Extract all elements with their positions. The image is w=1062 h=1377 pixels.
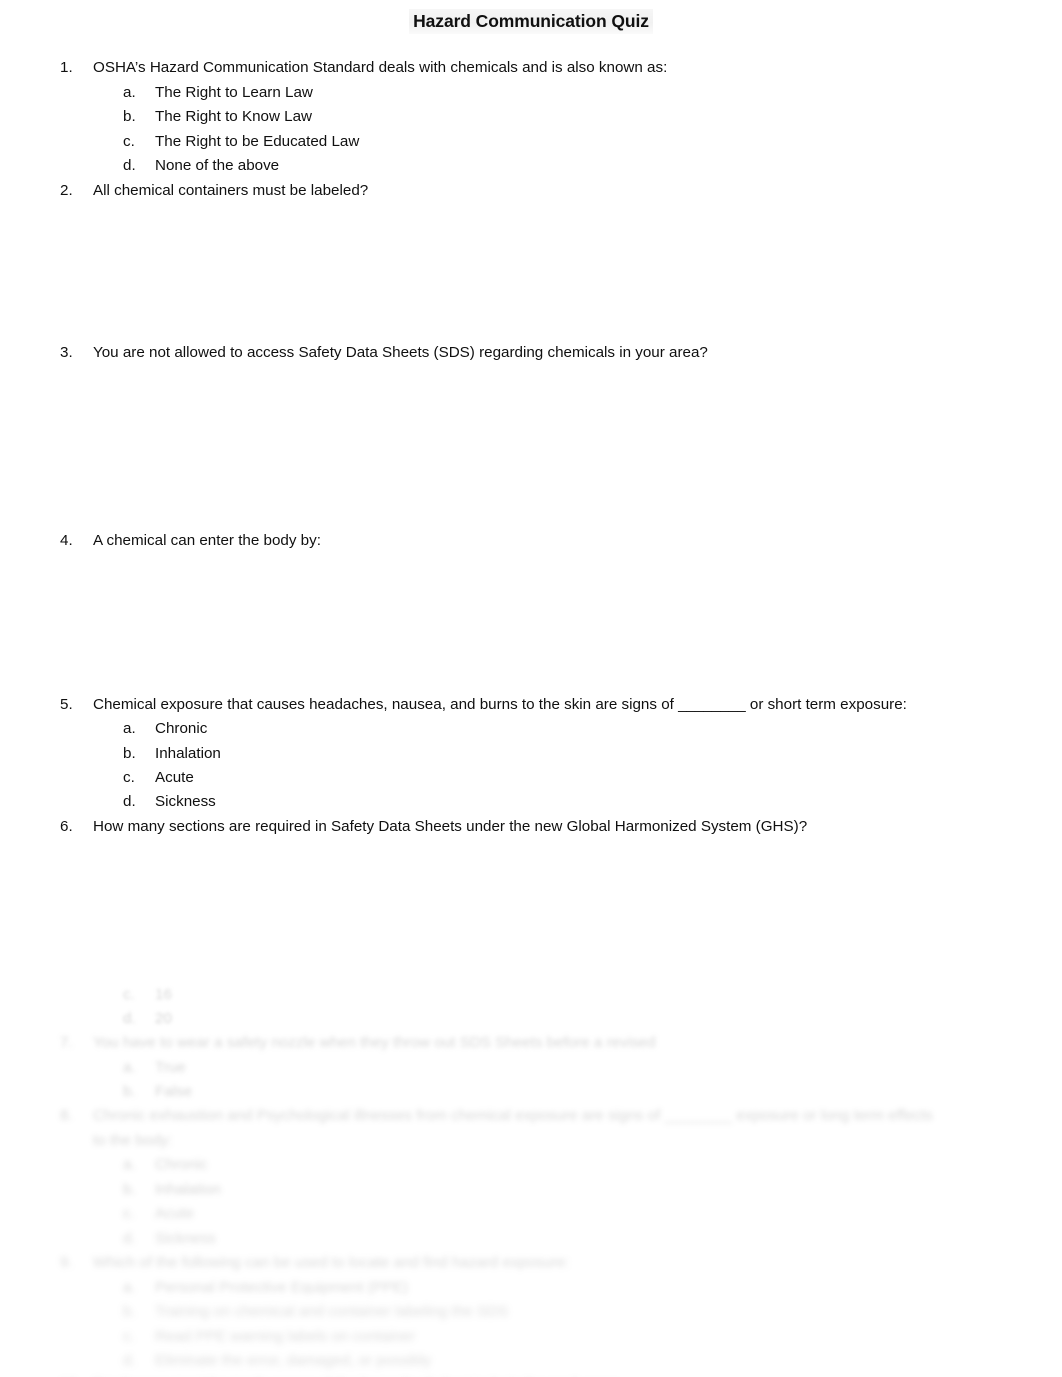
option-letter: b. [123,1083,136,1100]
question-text-continuation: to the body: [93,1129,1062,1154]
option-letter: d. [123,1230,136,1247]
question-text: A chemical can enter the body by: [93,532,321,549]
question-item: 6. How many sections are required in Safe… [60,815,1040,840]
question-text: Chronic exhaustion and Psychological ill… [93,1107,933,1124]
question-item: 8. Chronic exhaustion and Psychological i… [60,1104,1040,1129]
question-text: All chemical containers must be labeled? [93,182,369,199]
question-text: Which of the following can be used to lo… [93,1254,570,1271]
question-number: 10. [60,1373,93,1377]
option-item[interactable]: a. True [123,1056,186,1081]
option-text: 16 [155,986,172,1003]
option-letter: a. [123,1156,136,1173]
option-item[interactable]: d. Sickness [123,790,216,815]
option-text: Acute [155,769,194,786]
question-text-line2: to the body: [93,1132,173,1149]
question-number: 3. [60,344,73,361]
question-item: 1. OSHA’s Hazard Communication Standard d… [60,56,1040,81]
question-item: 3. You are not allowed to access Safety D… [60,341,1040,366]
option-letter: a. [123,1059,136,1076]
question-text: You are not allowed to access Safety Dat… [93,344,708,361]
option-text: Personal Protective Equipment (PPE) [155,1279,409,1296]
option-item[interactable]: a. Chronic [123,1153,207,1178]
question-number: 9. [60,1254,73,1271]
option-text: Eliminate the error, damaged, or possibl… [155,1352,432,1369]
option-letter: b. [123,1303,136,1320]
option-text: Acute [155,1205,194,1222]
option-letter: d. [123,1352,136,1369]
option-text: Training on chemical and container label… [155,1303,509,1320]
question-text: How many sections are required in Safety… [93,818,808,835]
option-letter: a. [123,720,136,737]
question-number: 6. [60,818,73,835]
option-item[interactable]: d. Eliminate the error, damaged, or possi… [123,1349,431,1374]
question-number: 7. [60,1034,73,1051]
option-item[interactable]: c. Read PPE warning labels on container [123,1325,415,1350]
question-item: 2. All chemical containers must be labele… [60,179,1040,204]
option-item[interactable]: c. Acute [123,1202,194,1227]
option-text: The Right to be Educated Law [155,133,360,150]
option-item[interactable]: c. The Right to be Educated Law [123,130,359,155]
option-text: False [155,1083,193,1100]
option-item[interactable]: b. Inhalation [123,1178,221,1203]
page-title: Hazard Communication Quiz [0,9,1062,34]
option-item[interactable]: b. False [123,1080,192,1105]
page-title-text: Hazard Communication Quiz [409,9,653,34]
question-item: 10.Employees must be made aware of the h… [60,1373,1040,1377]
option-item[interactable]: d. None of the above [123,154,279,179]
option-text: 20 [155,1010,172,1027]
question-item: 4. A chemical can enter the body by: [60,529,1040,554]
option-item[interactable]: b. The Right to Know Law [123,105,312,130]
question-number: 8. [60,1107,73,1124]
option-item[interactable]: d. Sickness [123,1227,216,1252]
option-letter: d. [123,793,136,810]
question-number: 2. [60,182,73,199]
option-text: Inhalation [155,745,221,762]
option-text: Inhalation [155,1181,221,1198]
option-text: None of the above [155,157,280,174]
option-letter: b. [123,745,136,762]
option-item[interactable]: c. 16 [123,983,172,1008]
question-text: Employees must be made aware of the haza… [93,1373,620,1377]
option-letter: d. [123,157,136,174]
option-letter: a. [123,84,136,101]
option-letter: b. [123,1181,136,1198]
option-item[interactable]: b. Inhalation [123,742,221,767]
option-text: True [155,1059,186,1076]
option-item[interactable]: c. Acute [123,766,194,791]
question-text: You have to wear a safety nozzle when th… [93,1034,656,1051]
option-item[interactable]: a. The Right to Learn Law [123,81,313,106]
option-letter: c. [123,1205,135,1222]
option-letter: c. [123,1328,135,1345]
question-number: 5. [60,696,73,713]
quiz-page: Hazard Communication Quiz 1. OSHA’s Hazar… [0,0,1062,1377]
question-item: 9. Which of the following can be used to … [60,1251,1040,1276]
option-item[interactable]: a. Chronic [123,717,207,742]
option-letter: a. [123,1279,136,1296]
option-letter: d. [123,1010,136,1027]
option-text: Read PPE warning labels on container [155,1328,416,1345]
question-number: 4. [60,532,73,549]
option-item[interactable]: a. Personal Protective Equipment (PPE) [123,1276,408,1301]
question-item: 7. You have to wear a safety nozzle when … [60,1031,1040,1056]
option-text: The Right to Know Law [155,108,313,125]
option-text: The Right to Learn Law [155,84,313,101]
option-text: Chronic [155,720,208,737]
question-text: OSHA’s Hazard Communication Standard dea… [93,59,668,76]
question-number: 1. [60,59,73,76]
question-item: 5. Chemical exposure that causes headache… [60,693,1040,718]
option-text: Sickness [155,1230,216,1247]
option-text: Sickness [155,793,216,810]
option-letter: c. [123,133,135,150]
option-text: Chronic [155,1156,208,1173]
option-item[interactable]: b. Training on chemical and container lab… [123,1300,508,1325]
option-item[interactable]: d. 20 [123,1007,172,1032]
option-letter: c. [123,769,135,786]
question-text: Chemical exposure that causes headaches,… [93,696,907,713]
option-letter: b. [123,108,136,125]
option-letter: c. [123,986,135,1003]
